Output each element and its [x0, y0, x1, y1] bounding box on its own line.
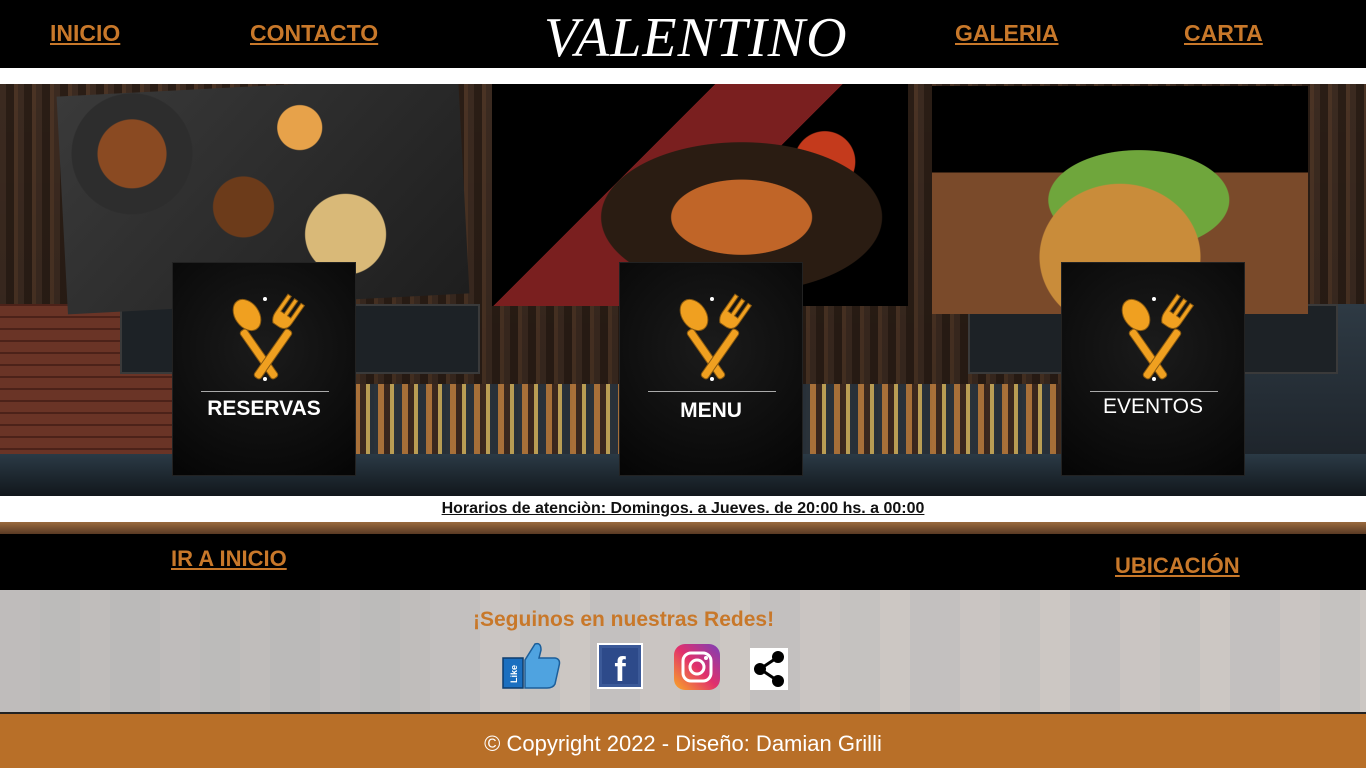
- like-icon[interactable]: Like: [501, 640, 561, 690]
- spoon-fork-icon: [679, 293, 753, 381]
- spoon-fork-icon: [232, 293, 306, 381]
- social-title: ¡Seguinos en nuestras Redes!: [473, 608, 775, 631]
- copyright-text: © Copyright 2022 - Diseño: Damian Grilli: [484, 731, 882, 756]
- nav-contacto-link[interactable]: CONTACTO: [250, 20, 378, 47]
- card-divider: [648, 391, 776, 392]
- ir-a-inicio-link[interactable]: IR A INICIO: [171, 546, 287, 572]
- ubicacion-link[interactable]: UBICACIÓN: [1115, 553, 1240, 579]
- eventos-label: EVENTOS: [1103, 395, 1203, 418]
- hero-section: RESERVAS MENU EVENTOS: [0, 84, 1366, 496]
- eventos-card[interactable]: EVENTOS: [1061, 262, 1245, 476]
- share-icon[interactable]: [750, 648, 788, 690]
- facebook-icon[interactable]: f: [597, 643, 643, 689]
- nav-inicio-link[interactable]: INICIO: [50, 20, 120, 47]
- panel-shade: [0, 590, 430, 712]
- reservas-label: RESERVAS: [207, 397, 321, 420]
- spoon-fork-icon: [1121, 293, 1195, 381]
- like-icon-text: Like: [509, 665, 519, 683]
- menu-card[interactable]: MENU: [619, 262, 803, 476]
- reservas-card[interactable]: RESERVAS: [172, 262, 356, 476]
- nav-carta-link[interactable]: CARTA: [1184, 20, 1263, 47]
- wood-edge: [0, 522, 1366, 534]
- card-divider: [201, 391, 329, 392]
- brand-logo: VALENTINO: [544, 7, 848, 69]
- nav-galeria-link[interactable]: GALERIA: [955, 20, 1059, 47]
- header: INICIO CONTACTO VALENTINO GALERIA CARTA: [0, 0, 1366, 69]
- facebook-icon-letter: f: [614, 651, 626, 689]
- instagram-icon[interactable]: [674, 644, 720, 690]
- hours-bar: Horarios de atenciòn: Domingos. a Jueves…: [0, 496, 1366, 522]
- footer: © Copyright 2022 - Diseño: Damian Grilli: [0, 712, 1366, 768]
- social-panel: ¡Seguinos en nuestras Redes! Like f: [0, 590, 1366, 712]
- hours-text: Horarios de atenciòn: Domingos. a Jueves…: [441, 500, 925, 517]
- header-divider: [0, 68, 1366, 84]
- card-divider: [1090, 391, 1218, 392]
- menu-label: MENU: [680, 399, 742, 422]
- links-band: IR A INICIO UBICACIÓN: [0, 534, 1366, 590]
